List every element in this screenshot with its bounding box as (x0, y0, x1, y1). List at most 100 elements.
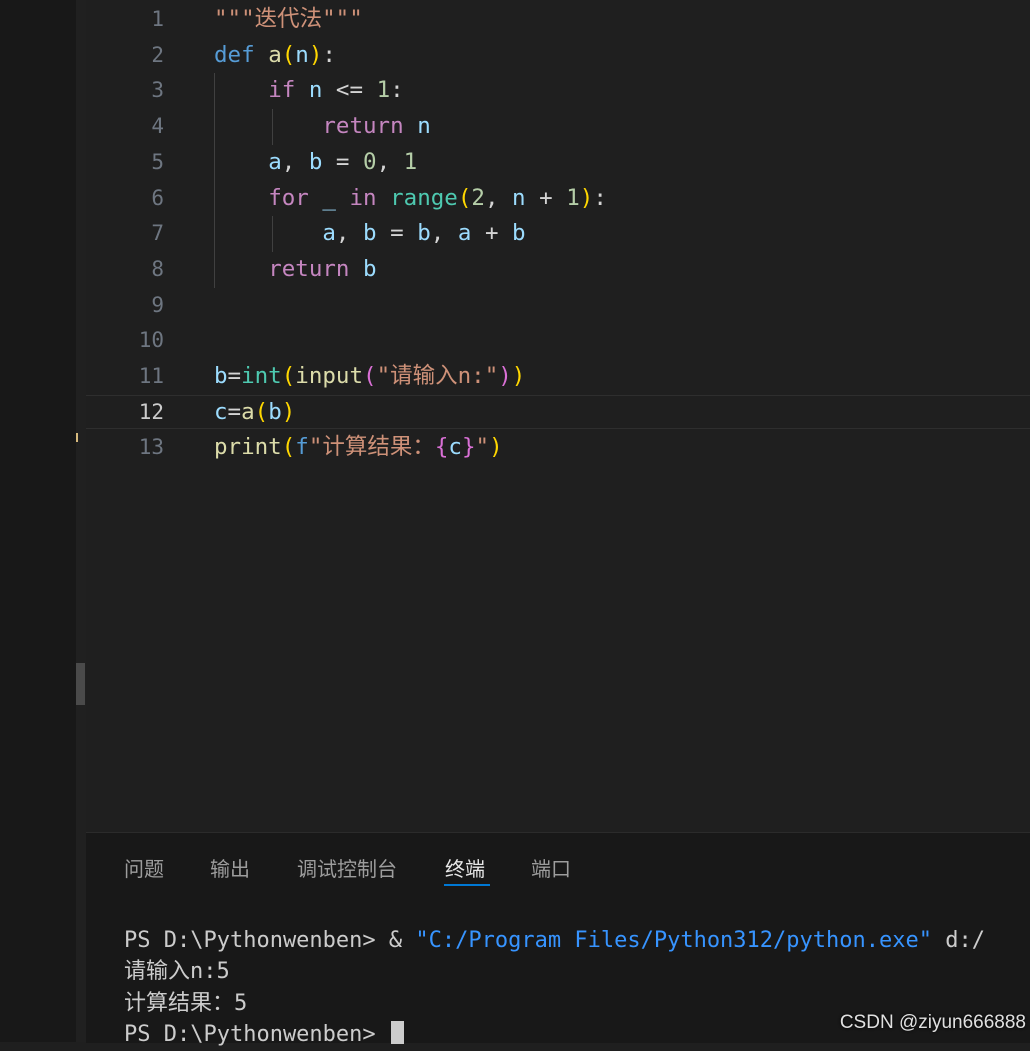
side-scrollbar[interactable] (76, 0, 86, 1042)
code-line-2[interactable]: def a(n): (214, 38, 336, 74)
argument: b (268, 399, 282, 425)
string: " (475, 434, 490, 460)
variable: a (268, 149, 282, 175)
code-line-7[interactable]: a, b = b, a + b (214, 216, 526, 252)
colon: : (390, 77, 404, 103)
line-number: 8 (151, 257, 164, 281)
brace: } (461, 434, 476, 460)
keyword: return (268, 256, 350, 282)
comma: , (281, 149, 296, 175)
line-number-active: 12 (138, 400, 164, 424)
paren: ) (308, 42, 323, 68)
variable: n (308, 77, 323, 103)
code-line-3[interactable]: if n <= 1: (214, 73, 404, 109)
paren: ( (363, 363, 377, 389)
line-number: 6 (151, 186, 164, 210)
active-tab-indicator (444, 884, 490, 886)
keyword: return (322, 113, 404, 139)
number: 2 (471, 185, 485, 211)
variable: n (512, 185, 526, 211)
terminal-line: 计算结果：5 (124, 991, 248, 1016)
activity-area (0, 0, 76, 1042)
number: 1 (376, 77, 391, 103)
code-line-6[interactable]: for _ in range(2, n + 1): (214, 181, 607, 217)
code-line-1[interactable]: """迭代法""" (214, 2, 363, 38)
keyword: def (214, 42, 255, 68)
scroll-marker (76, 433, 78, 442)
variable: _ (322, 185, 336, 211)
colon: : (322, 42, 336, 68)
paren: ) (281, 399, 296, 425)
terminal-line: 请输入n:5 (124, 959, 230, 984)
builtin-function: range (390, 185, 458, 211)
comma: , (484, 185, 499, 211)
watermark: CSDN @ziyun666888 (839, 1012, 1026, 1033)
comma: , (335, 220, 350, 246)
variable: n (417, 113, 431, 139)
number: 1 (566, 185, 580, 211)
code-line-13[interactable]: print(f"计算结果：{c}") (214, 430, 503, 466)
builtin-function: print (214, 434, 282, 460)
variable: a (457, 220, 472, 246)
variable: b (214, 363, 228, 389)
paren: ( (281, 363, 296, 389)
comma: , (376, 149, 391, 175)
variable: b (512, 220, 526, 246)
line-number: 13 (138, 435, 164, 459)
variable: b (363, 220, 377, 246)
parameter: n (295, 42, 309, 68)
builtin-function: input (295, 363, 364, 389)
paren: ( (281, 434, 296, 460)
code-line-8[interactable]: return b (214, 252, 376, 288)
line-number: 3 (151, 78, 164, 102)
terminal-arg: d:/ (945, 928, 985, 953)
operator: = (227, 363, 242, 389)
string: "计算结果： (308, 434, 435, 460)
keyword: if (268, 77, 296, 103)
line-number: 10 (138, 328, 164, 352)
paren: ) (498, 363, 512, 389)
line-number: 1 (151, 7, 164, 31)
operator: = (227, 399, 242, 425)
operator: + (539, 185, 553, 211)
brace: { (434, 434, 449, 460)
variable: a (322, 220, 336, 246)
terminal-line[interactable]: PS D:\Pythonwenben> & "C:/Program Files/… (124, 925, 985, 957)
variable: c (448, 434, 462, 460)
terminal-line[interactable]: PS D:\Pythonwenben> (124, 1019, 404, 1051)
line-number: 11 (138, 364, 164, 388)
side-scrollbar-thumb[interactable] (76, 663, 85, 705)
terminal-prompt: PS D:\Pythonwenben> (124, 1022, 376, 1047)
operator: + (484, 220, 499, 246)
paren: ) (511, 363, 526, 389)
terminal-prompt: PS D:\Pythonwenben> (124, 928, 376, 953)
tab-problems[interactable]: 问题 (124, 855, 164, 883)
operator: = (390, 220, 404, 246)
line-number: 7 (151, 221, 164, 245)
code-line-12[interactable]: c=a(b) (214, 395, 295, 431)
function-call: a (241, 399, 255, 425)
tab-ports[interactable]: 端口 (531, 855, 571, 883)
paren: ( (254, 399, 269, 425)
string: "请输入n:" (376, 363, 499, 389)
variable: b (417, 220, 431, 246)
terminal-operator: & (388, 928, 403, 953)
paren: ( (457, 185, 472, 211)
line-number: 4 (151, 114, 164, 138)
line-number: 9 (151, 293, 164, 317)
tab-output[interactable]: 输出 (210, 855, 250, 883)
paren: ) (489, 434, 503, 460)
operator: = (335, 149, 350, 175)
code-line-4[interactable]: return n (214, 109, 431, 145)
code-line-5[interactable]: a, b = 0, 1 (214, 145, 417, 181)
builtin-type: int (241, 363, 282, 389)
line-number: 5 (151, 150, 164, 174)
code-line-11[interactable]: b=int(input("请输入n:")) (214, 359, 525, 395)
fstring-prefix: f (295, 434, 309, 460)
variable: c (214, 399, 228, 425)
tab-terminal[interactable]: 终端 (445, 855, 485, 883)
comma: , (430, 220, 445, 246)
keyword: in (349, 185, 377, 211)
paren: ( (281, 42, 296, 68)
tab-debug-console[interactable]: 调试控制台 (297, 855, 397, 883)
